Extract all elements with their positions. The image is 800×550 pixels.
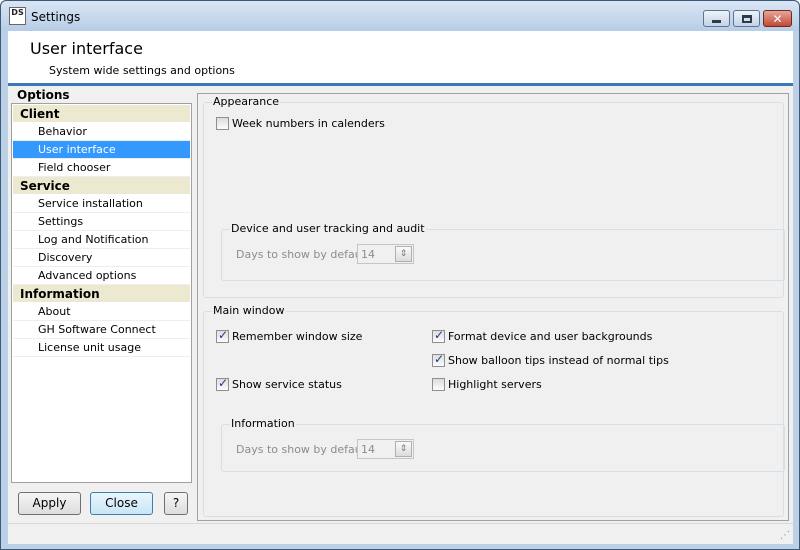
page-title: User interface <box>30 39 143 58</box>
information-days-stepper[interactable]: 14 ⇕ <box>357 439 414 459</box>
page-subtitle: System wide settings and options <box>49 64 235 77</box>
help-button[interactable]: ? <box>164 492 188 515</box>
resize-grip-icon[interactable]: ⋰ <box>780 530 790 541</box>
tree-item-settings[interactable]: Settings <box>13 213 190 231</box>
close-icon: ✕ <box>772 11 783 26</box>
week-numbers-checkbox[interactable]: Week numbers in calenders <box>216 117 385 130</box>
format-backgrounds-checkbox[interactable]: Format device and user backgrounds <box>432 328 653 343</box>
format-backgrounds-label: Format device and user backgrounds <box>448 330 653 343</box>
maximize-button[interactable] <box>733 10 760 27</box>
main-window-group-label: Main window <box>212 304 286 317</box>
tree-group-service[interactable]: Service <box>13 177 190 195</box>
minimize-icon <box>712 20 721 23</box>
client-area: User interface System wide settings and … <box>8 31 793 544</box>
options-label: Options <box>17 88 70 102</box>
tree-item-log-and-notification[interactable]: Log and Notification <box>13 231 190 249</box>
maximize-icon <box>741 14 752 23</box>
information-days-value: 14 <box>361 443 375 456</box>
balloon-tips-checkbox-box[interactable] <box>432 352 445 367</box>
service-status-checkbox[interactable]: Show service status <box>216 376 342 391</box>
apply-button[interactable]: Apply <box>18 492 81 515</box>
information-group: Information Days to show by default 14 ⇕ <box>221 417 785 472</box>
tracking-group-label: Device and user tracking and audit <box>230 222 426 235</box>
information-group-label: Information <box>230 417 296 430</box>
settings-window: DS Settings ✕ User interface System wide… <box>0 0 800 550</box>
tracking-days-label: Days to show by default <box>236 248 370 261</box>
remember-window-size-checkbox[interactable]: Remember window size <box>216 328 363 343</box>
remember-window-size-checkbox-box[interactable] <box>216 328 229 343</box>
highlight-servers-checkbox-box[interactable] <box>432 378 445 391</box>
appearance-group-label: Appearance <box>212 95 281 108</box>
tree-item-behavior[interactable]: Behavior <box>13 123 190 141</box>
appearance-group: Appearance Week numbers in calenders Dev… <box>203 95 785 298</box>
tree-item-field-chooser[interactable]: Field chooser <box>13 159 190 177</box>
header-divider <box>8 83 793 86</box>
tracking-days-value: 14 <box>361 248 375 261</box>
stepper-arrows-icon[interactable]: ⇕ <box>395 441 412 457</box>
tree-item-advanced-options[interactable]: Advanced options <box>13 267 190 285</box>
close-window-button[interactable]: ✕ <box>763 10 792 27</box>
remember-window-size-label: Remember window size <box>232 330 363 343</box>
week-numbers-checkbox-box[interactable] <box>216 117 229 130</box>
service-status-label: Show service status <box>232 378 342 391</box>
title-bar[interactable]: DS Settings ✕ <box>1 1 799 31</box>
balloon-tips-label: Show balloon tips instead of normal tips <box>448 354 669 367</box>
minimize-button[interactable] <box>703 10 730 27</box>
tracking-group: Device and user tracking and audit Days … <box>221 222 785 281</box>
highlight-servers-label: Highlight servers <box>448 378 542 391</box>
main-window-group: Main window Remember window size Format … <box>203 304 785 517</box>
settings-panel: Appearance Week numbers in calenders Dev… <box>197 93 789 521</box>
window-title: Settings <box>31 10 81 24</box>
week-numbers-label: Week numbers in calenders <box>232 117 385 130</box>
tree-item-discovery[interactable]: Discovery <box>13 249 190 267</box>
tracking-days-stepper[interactable]: 14 ⇕ <box>357 244 414 264</box>
service-status-checkbox-box[interactable] <box>216 376 229 391</box>
tree-group-client[interactable]: Client <box>13 105 190 123</box>
information-days-label: Days to show by default <box>236 443 370 456</box>
tree-item-user-interface[interactable]: User interface <box>13 141 190 159</box>
page-header: User interface System wide settings and … <box>8 31 793 83</box>
format-backgrounds-checkbox-box[interactable] <box>432 328 445 343</box>
highlight-servers-checkbox[interactable]: Highlight servers <box>432 378 542 391</box>
tree-group-information[interactable]: Information <box>13 285 190 303</box>
options-tree[interactable]: Client Behavior User interface Field cho… <box>11 103 192 483</box>
tree-item-service-installation[interactable]: Service installation <box>13 195 190 213</box>
balloon-tips-checkbox[interactable]: Show balloon tips instead of normal tips <box>432 352 669 367</box>
app-icon: DS <box>9 7 26 25</box>
tree-item-about[interactable]: About <box>13 303 190 321</box>
tree-item-license-unit-usage[interactable]: License unit usage <box>13 339 190 357</box>
status-bar: ⋰ <box>8 523 793 543</box>
tree-item-gh-software-connect[interactable]: GH Software Connect <box>13 321 190 339</box>
close-button[interactable]: Close <box>90 492 153 515</box>
stepper-arrows-icon[interactable]: ⇕ <box>395 246 412 262</box>
